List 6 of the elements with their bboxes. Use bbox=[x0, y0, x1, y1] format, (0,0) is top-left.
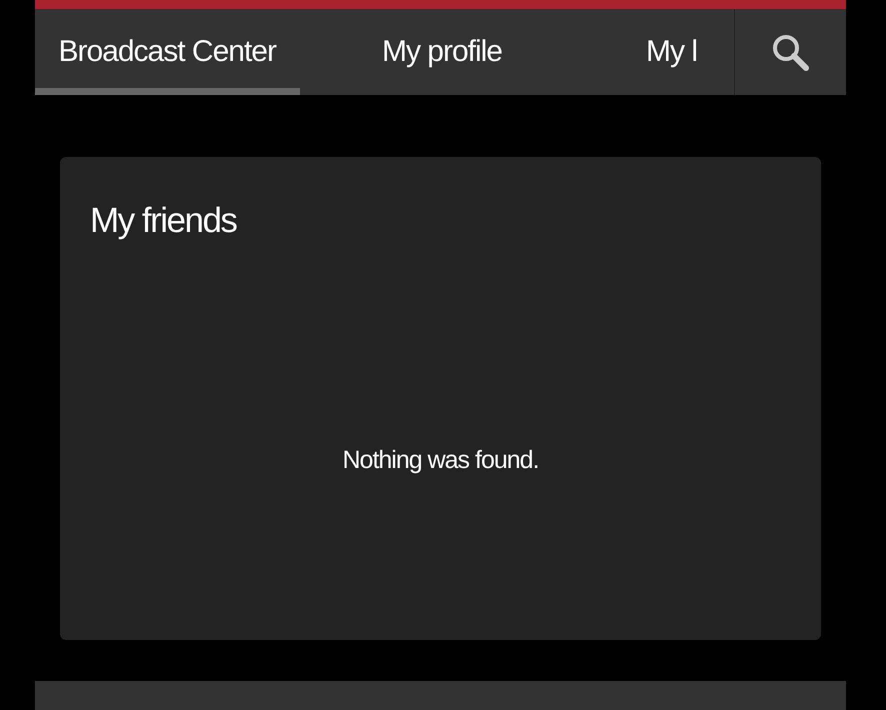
nav-tab[interactable]: Broadcast Center bbox=[34, 9, 300, 95]
nav-tab[interactable]: My profile bbox=[358, 9, 526, 95]
card-title: My friends bbox=[90, 201, 236, 241]
search-icon bbox=[770, 32, 810, 72]
empty-message: Nothing was found. bbox=[342, 446, 539, 475]
nav-tab[interactable]: My l bbox=[622, 9, 721, 95]
